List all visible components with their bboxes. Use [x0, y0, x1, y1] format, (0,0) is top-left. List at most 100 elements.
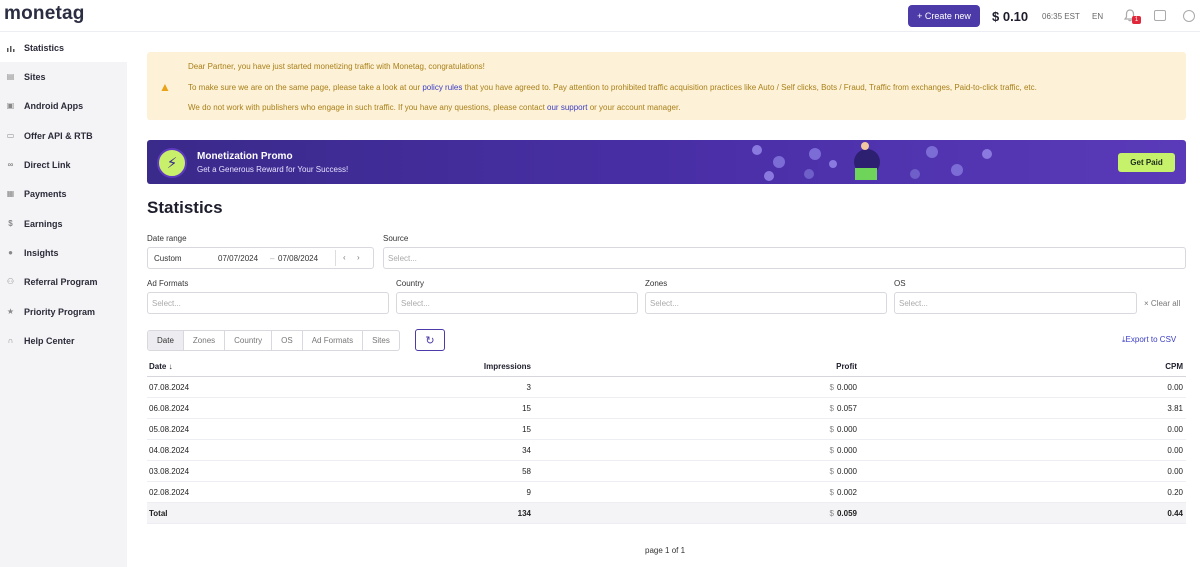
sidebar-item-payments[interactable]: ▦ Payments: [0, 179, 127, 208]
zones-label: Zones: [645, 279, 668, 288]
people-icon: ⚇: [6, 277, 15, 286]
cell-cpm: 0.00: [1167, 446, 1183, 455]
logo[interactable]: monetag: [4, 3, 85, 25]
date-to[interactable]: 07/08/2024: [278, 254, 318, 263]
notification-badge: 1: [1132, 16, 1141, 24]
sidebar-item-offer-api[interactable]: ▭ Offer API & RTB: [0, 121, 127, 150]
warning-icon: ▲: [159, 80, 171, 94]
pagination: page 1 of 1: [645, 546, 686, 555]
sidebar-item-label: Earnings: [24, 218, 63, 229]
cell-impressions: 15: [522, 425, 531, 434]
gift-icon[interactable]: [1154, 10, 1166, 21]
cell-date: 03.08.2024: [149, 467, 190, 476]
country-label: Country: [396, 279, 425, 288]
source-label: Source: [383, 234, 409, 243]
os-select[interactable]: Select...: [894, 292, 1137, 314]
sidebar-item-statistics[interactable]: Statistics: [0, 33, 127, 62]
source-select[interactable]: Select...: [383, 247, 1186, 269]
sidebar-item-label: Referral Program: [24, 276, 98, 287]
date-range-label: Date range: [147, 234, 187, 243]
tab-ad-formats[interactable]: Ad Formats: [303, 331, 364, 350]
tab-country[interactable]: Country: [225, 331, 273, 350]
sidebar-item-android-apps[interactable]: ▣ Android Apps: [0, 91, 127, 120]
sidebar-item-label: Offer API & RTB: [24, 130, 93, 141]
col-profit[interactable]: Profit: [836, 362, 857, 371]
sidebar-item-direct-link[interactable]: ∞ Direct Link: [0, 150, 127, 179]
cell-cpm: 3.81: [1167, 404, 1183, 413]
sidebar-item-insights[interactable]: ● Insights: [0, 238, 127, 267]
clear-all-button[interactable]: × Clear all: [1144, 299, 1180, 308]
sidebar: Statistics ▤ Sites ▣ Android Apps ▭ Offe…: [0, 33, 127, 567]
top-bar: monetag + Create new $ 0.10 06:35 EST EN…: [0, 0, 1200, 32]
tab-sites[interactable]: Sites: [363, 331, 399, 350]
tab-date[interactable]: Date: [148, 331, 184, 350]
notice-line-3: We do not work with publishers who engag…: [188, 103, 681, 112]
next-arrow-icon[interactable]: ›: [357, 253, 360, 262]
refresh-icon: ↻: [425, 334, 435, 347]
create-new-button[interactable]: + Create new: [908, 5, 980, 27]
date-from[interactable]: 07/07/2024: [218, 254, 258, 263]
sidebar-item-label: Help Center: [24, 335, 75, 346]
support-link[interactable]: our support: [547, 103, 587, 112]
promo-illustration: [752, 142, 992, 181]
table-row: 02.08.2024 9 $0.002 0.20: [147, 482, 1186, 503]
refresh-button[interactable]: ↻: [415, 329, 445, 351]
get-paid-button[interactable]: Get Paid: [1118, 153, 1175, 172]
cell-impressions: 58: [522, 467, 531, 476]
table-row: 06.08.2024 15 $0.057 3.81: [147, 398, 1186, 419]
cell-date: 04.08.2024: [149, 446, 190, 455]
cell-cpm: 0.00: [1167, 383, 1183, 392]
dollar-icon: $: [8, 219, 13, 228]
clock: 06:35 EST: [1042, 12, 1080, 21]
policy-notice: ▲ Dear Partner, you have just started mo…: [147, 52, 1186, 120]
insights-icon: ●: [8, 248, 13, 257]
sidebar-item-label: Android Apps: [24, 100, 84, 111]
cell-cpm: 0.00: [1167, 467, 1183, 476]
lightning-icon: ⚡: [157, 148, 187, 178]
ad-formats-label: Ad Formats: [147, 279, 189, 288]
sites-icon: ▤: [6, 72, 15, 81]
export-csv-button[interactable]: ⤓Export to CSV: [1122, 335, 1176, 345]
page-title: Statistics: [147, 198, 223, 217]
cell-profit: $0.000: [829, 383, 857, 392]
sidebar-item-referral[interactable]: ⚇ Referral Program: [0, 267, 127, 296]
prev-arrow-icon[interactable]: ‹: [343, 253, 346, 262]
user-icon[interactable]: [1183, 10, 1195, 22]
table-row: 04.08.2024 34 $0.000 0.00: [147, 440, 1186, 461]
col-cpm[interactable]: CPM: [1165, 362, 1183, 371]
cell-cpm: 0.20: [1167, 488, 1183, 497]
table-row: 05.08.2024 15 $0.000 0.00: [147, 419, 1186, 440]
language-switcher[interactable]: EN: [1092, 12, 1103, 21]
col-date[interactable]: Date ↓: [149, 362, 173, 371]
cell-date: 05.08.2024: [149, 425, 190, 434]
cell-date: 02.08.2024: [149, 488, 190, 497]
sidebar-item-label: Payments: [24, 188, 67, 199]
sidebar-item-sites[interactable]: ▤ Sites: [0, 62, 127, 91]
date-range-preset[interactable]: Custom: [154, 254, 182, 263]
link-icon: ∞: [7, 160, 14, 169]
cell-total-impressions: 134: [517, 509, 531, 518]
col-impressions[interactable]: Impressions: [484, 362, 531, 371]
cell-impressions: 34: [522, 446, 531, 455]
star-icon: ★: [6, 307, 15, 316]
policy-rules-link[interactable]: policy rules: [422, 83, 462, 92]
tab-zones[interactable]: Zones: [184, 331, 226, 350]
country-select[interactable]: Select...: [396, 292, 638, 314]
ad-formats-select[interactable]: Select...: [147, 292, 389, 314]
sidebar-item-help-center[interactable]: ∩ Help Center: [0, 326, 127, 355]
sidebar-item-earnings[interactable]: $ Earnings: [0, 209, 127, 238]
promo-banner: ⚡ Monetization Promo Get a Generous Rewa…: [147, 140, 1186, 184]
tab-os[interactable]: OS: [272, 331, 303, 350]
promo-subtitle: Get a Generous Reward for Your Success!: [197, 165, 349, 174]
payments-icon: ▦: [6, 189, 15, 198]
date-range-picker[interactable]: Custom 07/07/2024 – 07/08/2024 ‹ ›: [147, 247, 374, 269]
cell-total-label: Total: [149, 509, 168, 518]
sidebar-item-label: Insights: [24, 247, 59, 258]
bar-chart-icon: [6, 43, 15, 52]
document-icon: ▭: [6, 131, 15, 140]
table-row: 07.08.2024 3 $0.000 0.00: [147, 377, 1186, 398]
cell-total-profit: $0.059: [829, 509, 857, 518]
zones-select[interactable]: Select...: [645, 292, 887, 314]
sidebar-item-priority[interactable]: ★ Priority Program: [0, 297, 127, 326]
cell-total-cpm: 0.44: [1167, 509, 1183, 518]
